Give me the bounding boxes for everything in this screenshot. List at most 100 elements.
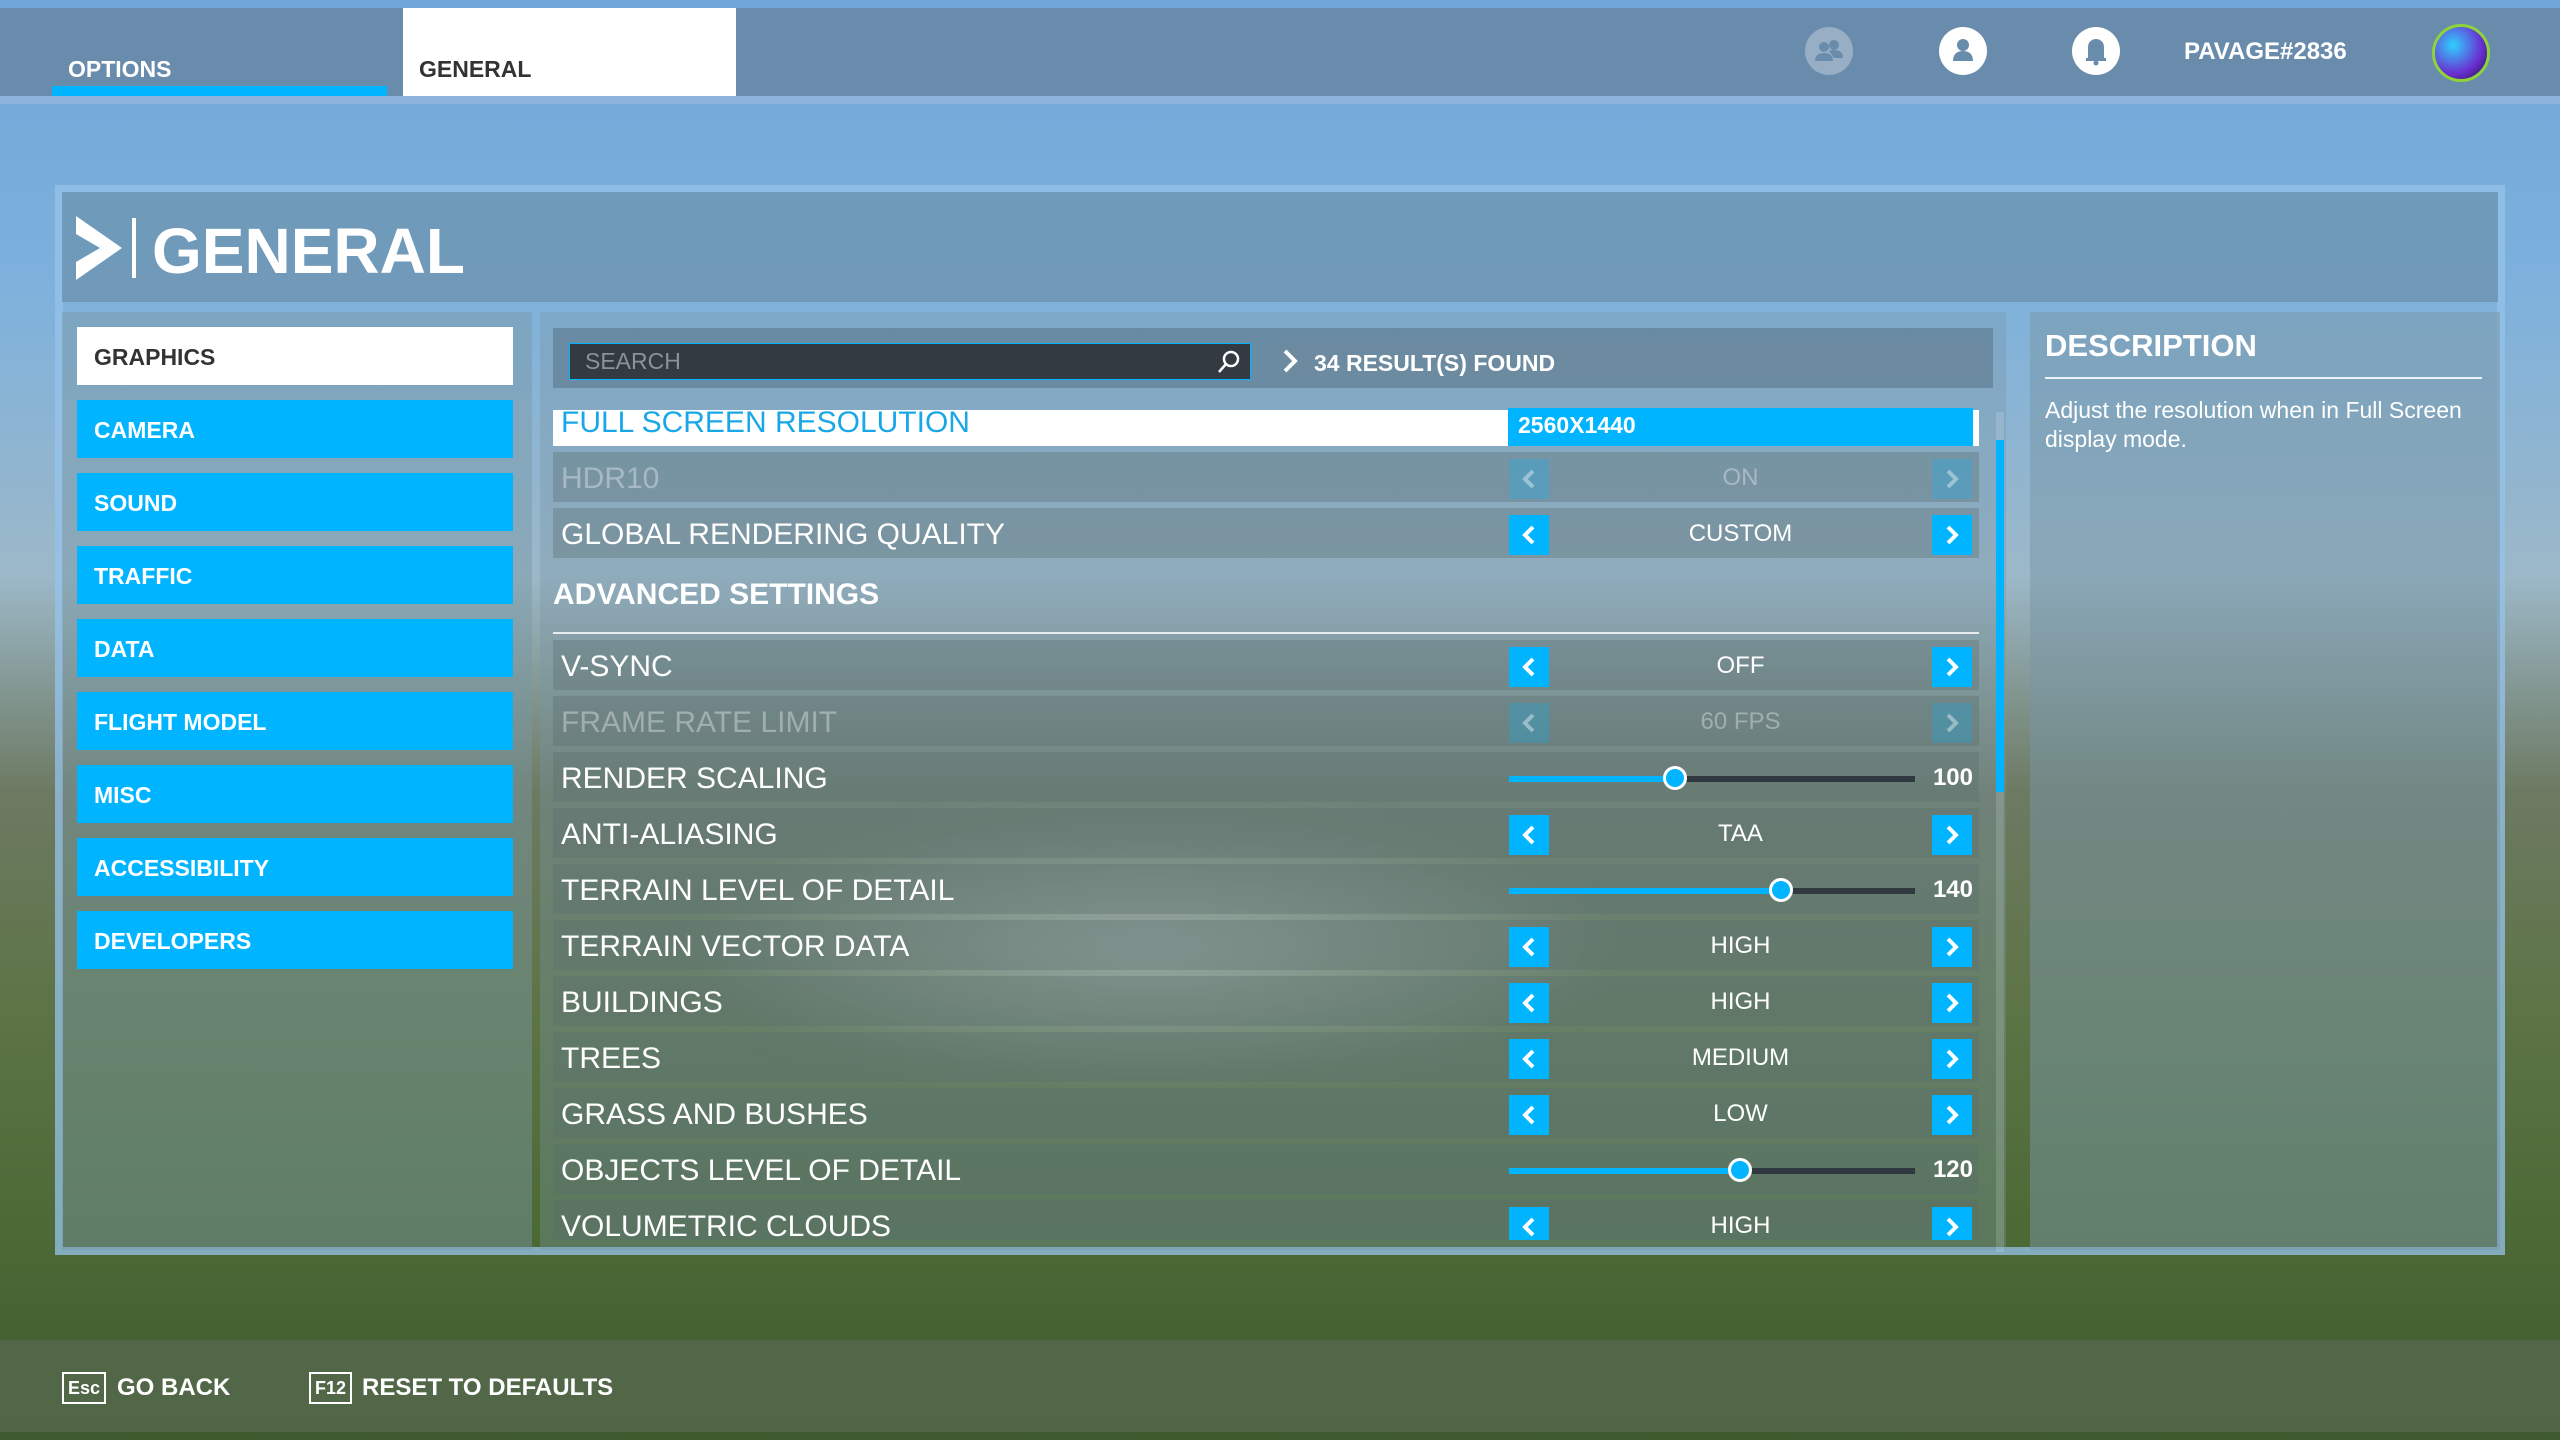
chevron-left-icon[interactable] — [1509, 515, 1549, 555]
setting-label: GRASS AND BUSHES — [561, 1098, 868, 1131]
setting-full-screen-resolution[interactable]: FULL SCREEN RESOLUTION 2560X1440 — [553, 406, 1979, 446]
results-count: 34 RESULT(S) FOUND — [1268, 343, 1988, 380]
setting-trees: TREES MEDIUM — [553, 1032, 1979, 1082]
setting-value: OFF — [1716, 652, 1765, 679]
tab-options[interactable]: OPTIONS — [52, 8, 387, 96]
slider-handle[interactable] — [1728, 1158, 1753, 1182]
chevron-left-icon[interactable] — [1509, 1095, 1549, 1135]
setting-buildings: BUILDINGS HIGH — [553, 976, 1979, 1026]
notifications-icon[interactable] — [2072, 27, 2120, 75]
chevron-right-icon — [1932, 703, 1972, 743]
resolution-value[interactable]: 2560X1440 — [1508, 408, 1973, 446]
chevron-left-icon[interactable] — [1509, 815, 1549, 855]
chevron-right-icon — [1282, 349, 1298, 379]
sidebar-item-accessibility[interactable]: ACCESSIBILITY — [77, 838, 513, 896]
chevron-left-icon[interactable] — [1509, 1207, 1549, 1240]
setting-value: TAA — [1718, 820, 1763, 847]
setting-label: OBJECTS LEVEL OF DETAIL — [561, 1154, 962, 1187]
search-field[interactable] — [569, 343, 1251, 380]
description-text: Adjust the resolution when in Full Scree… — [2045, 397, 2462, 452]
setting-terrain-vector-data: TERRAIN VECTOR DATA HIGH — [553, 920, 1979, 970]
chevron-left-icon[interactable] — [1509, 1039, 1549, 1079]
setting-label: FULL SCREEN RESOLUTION — [561, 406, 970, 439]
esc-key-icon: Esc — [62, 1372, 107, 1404]
go-back-button[interactable]: GO BACK — [117, 1374, 230, 1402]
setting-terrain-lod: TERRAIN LEVEL OF DETAIL 140 — [553, 864, 1979, 914]
setting-value: HIGH — [1710, 932, 1771, 959]
setting-render-scaling: RENDER SCALING 100 — [553, 752, 1979, 802]
setting-value: 100 — [1932, 764, 1973, 791]
sidebar-item-label: TRAFFIC — [94, 563, 193, 589]
chevron-left-icon[interactable] — [1509, 647, 1549, 687]
settings-list: FULL SCREEN RESOLUTION 2560X1440 HDR10 O… — [540, 404, 2006, 1240]
setting-label: HDR10 — [561, 462, 660, 495]
chevron-left-icon[interactable] — [1509, 927, 1549, 967]
slider-handle[interactable] — [1663, 766, 1688, 790]
friends-icon[interactable] — [1805, 27, 1853, 75]
description-title: DESCRIPTION — [2045, 328, 2257, 363]
sidebar-item-camera[interactable]: CAMERA — [77, 400, 513, 458]
setting-label: TREES — [561, 1042, 662, 1075]
setting-value: CUSTOM — [1688, 520, 1793, 547]
page-title: GENERAL — [152, 215, 465, 287]
sidebar-item-label: ACCESSIBILITY — [94, 855, 270, 881]
sidebar-item-label: FLIGHT MODEL — [94, 709, 267, 735]
setting-frame-rate-limit: FRAME RATE LIMIT 60 FPS — [553, 696, 1979, 746]
setting-label: VOLUMETRIC CLOUDS — [561, 1210, 892, 1240]
f12-key-icon: F12 — [309, 1372, 353, 1404]
chevron-right-icon[interactable] — [1932, 927, 1972, 967]
chevron-left-icon[interactable] — [1509, 983, 1549, 1023]
setting-value: 120 — [1932, 1156, 1973, 1183]
setting-global-rendering-quality: GLOBAL RENDERING QUALITY CUSTOM — [553, 508, 1979, 558]
reset-to-defaults-button[interactable]: RESET TO DEFAULTS — [362, 1374, 613, 1402]
slider-handle[interactable] — [1769, 878, 1794, 902]
chevron-right-icon[interactable] — [1932, 1207, 1972, 1240]
objects-lod-slider[interactable] — [1509, 1158, 1915, 1182]
sidebar-item-label: MISC — [94, 782, 152, 808]
scrollbar-thumb[interactable] — [1996, 440, 2004, 792]
section-divider — [553, 632, 1979, 634]
setting-value: 140 — [1932, 876, 1973, 903]
setting-volumetric-clouds: VOLUMETRIC CLOUDS HIGH — [553, 1200, 1979, 1240]
sidebar-item-misc[interactable]: MISC — [77, 765, 513, 823]
setting-label: GLOBAL RENDERING QUALITY — [561, 518, 1005, 551]
setting-label: ANTI-ALIASING — [561, 818, 778, 851]
sidebar-item-sound[interactable]: SOUND — [77, 473, 513, 531]
sidebar-item-label: GRAPHICS — [94, 344, 216, 370]
sidebar-item-label: CAMERA — [94, 417, 195, 443]
results-text: 34 RESULT(S) FOUND — [1314, 350, 1556, 376]
sidebar-item-graphics[interactable]: GRAPHICS — [77, 327, 513, 385]
profile-icon[interactable] — [1939, 27, 1987, 75]
avatar[interactable] — [2432, 24, 2490, 82]
sidebar-item-developers[interactable]: DEVELOPERS — [77, 911, 513, 969]
chevron-right-icon[interactable] — [1932, 983, 1972, 1023]
setting-value: LOW — [1713, 1100, 1768, 1127]
sidebar-item-flight-model[interactable]: FLIGHT MODEL — [77, 692, 513, 750]
sidebar-item-label: DATA — [94, 636, 155, 662]
terrain-lod-slider[interactable] — [1509, 878, 1915, 902]
chevron-right-icon[interactable] — [1932, 1095, 1972, 1135]
setting-value: ON — [1722, 464, 1759, 491]
username[interactable]: PAVAGE#2836 — [2184, 38, 2347, 66]
chevron-right-icon[interactable] — [1932, 515, 1972, 555]
top-bar-divider — [0, 96, 2560, 104]
search-icon[interactable] — [1216, 349, 1242, 380]
chevron-left-icon — [1509, 703, 1549, 743]
tab-general[interactable]: GENERAL — [403, 8, 736, 96]
slider-fill — [1509, 1168, 1741, 1174]
setting-label: FRAME RATE LIMIT — [561, 706, 838, 739]
tab-options-label: OPTIONS — [68, 56, 172, 82]
setting-hdr10: HDR10 ON — [553, 452, 1979, 502]
search-input[interactable] — [570, 344, 1250, 379]
setting-label: TERRAIN LEVEL OF DETAIL — [561, 874, 955, 907]
sidebar-item-label: DEVELOPERS — [94, 928, 252, 954]
chevron-right-icon[interactable] — [1932, 647, 1972, 687]
chevron-right-icon[interactable] — [1932, 1039, 1972, 1079]
chevron-right-icon[interactable] — [1932, 815, 1972, 855]
sidebar-item-traffic[interactable]: TRAFFIC — [77, 546, 513, 604]
setting-value: HIGH — [1710, 1212, 1771, 1239]
render-scaling-slider[interactable] — [1509, 766, 1915, 790]
setting-value: HIGH — [1710, 988, 1771, 1015]
sidebar-item-data[interactable]: DATA — [77, 619, 513, 677]
setting-label: V-SYNC — [561, 650, 673, 683]
